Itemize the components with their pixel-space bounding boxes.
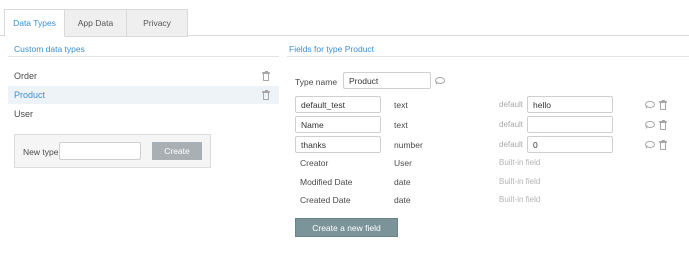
create-type-button[interactable]: Create <box>152 142 202 160</box>
default-value-input[interactable] <box>527 116 613 133</box>
field-type: text <box>394 120 408 130</box>
trash-icon[interactable] <box>659 120 667 130</box>
fields-header: Fields for type Product <box>289 44 375 54</box>
tab-data-types[interactable]: Data Types <box>4 9 65 37</box>
builtin-field-name: Modified Date <box>300 177 353 187</box>
builtin-note: Built-in field <box>499 158 541 167</box>
row-actions <box>645 120 667 130</box>
type-item-label: Product <box>14 90 46 100</box>
type-name-input[interactable] <box>343 72 431 89</box>
new-type-label: New type <box>23 147 59 157</box>
type-item-label: Order <box>14 71 38 81</box>
comment-icon[interactable] <box>435 77 445 85</box>
comment-icon[interactable] <box>645 141 655 149</box>
comment-icon[interactable] <box>645 101 655 109</box>
field-type: text <box>394 100 408 110</box>
create-field-button[interactable]: Create a new field <box>295 218 398 237</box>
default-label: default <box>499 100 524 109</box>
builtin-field-name: Creator <box>300 158 329 168</box>
type-item-label: User <box>14 109 34 119</box>
divider <box>8 56 279 57</box>
comment-icon[interactable] <box>645 121 655 129</box>
new-type-panel: New type Create <box>14 134 211 168</box>
tab-app-data[interactable]: App Data <box>64 9 127 37</box>
field-type: date <box>394 177 411 187</box>
custom-data-types-header: Custom data types <box>14 44 85 54</box>
divider <box>287 56 689 57</box>
tab-bar: Data Types App Data Privacy <box>0 0 689 37</box>
type-item-order[interactable]: Order <box>8 67 279 85</box>
type-item-product[interactable]: Product <box>8 86 279 104</box>
row-actions <box>645 140 667 150</box>
builtin-field-name: Created Date <box>300 195 351 205</box>
field-type: date <box>394 195 411 205</box>
field-name-input[interactable] <box>295 136 381 153</box>
row-actions <box>645 100 667 110</box>
type-name-label: Type name <box>295 77 338 87</box>
trash-icon[interactable] <box>262 71 270 81</box>
default-label: default <box>499 120 524 129</box>
new-type-input[interactable] <box>59 142 141 160</box>
default-label: default <box>499 140 524 149</box>
default-value-input[interactable] <box>527 96 613 113</box>
field-type: number <box>394 140 423 150</box>
trash-icon[interactable] <box>262 90 270 100</box>
trash-icon[interactable] <box>659 140 667 150</box>
field-name-input[interactable] <box>295 96 381 113</box>
field-type: User <box>394 158 412 168</box>
field-name-input[interactable] <box>295 116 381 133</box>
builtin-note: Built-in field <box>499 195 541 204</box>
trash-icon[interactable] <box>659 100 667 110</box>
default-value-input[interactable] <box>527 136 613 153</box>
builtin-note: Built-in field <box>499 177 541 186</box>
type-item-user[interactable]: User <box>8 105 279 123</box>
tab-privacy[interactable]: Privacy <box>126 9 188 37</box>
